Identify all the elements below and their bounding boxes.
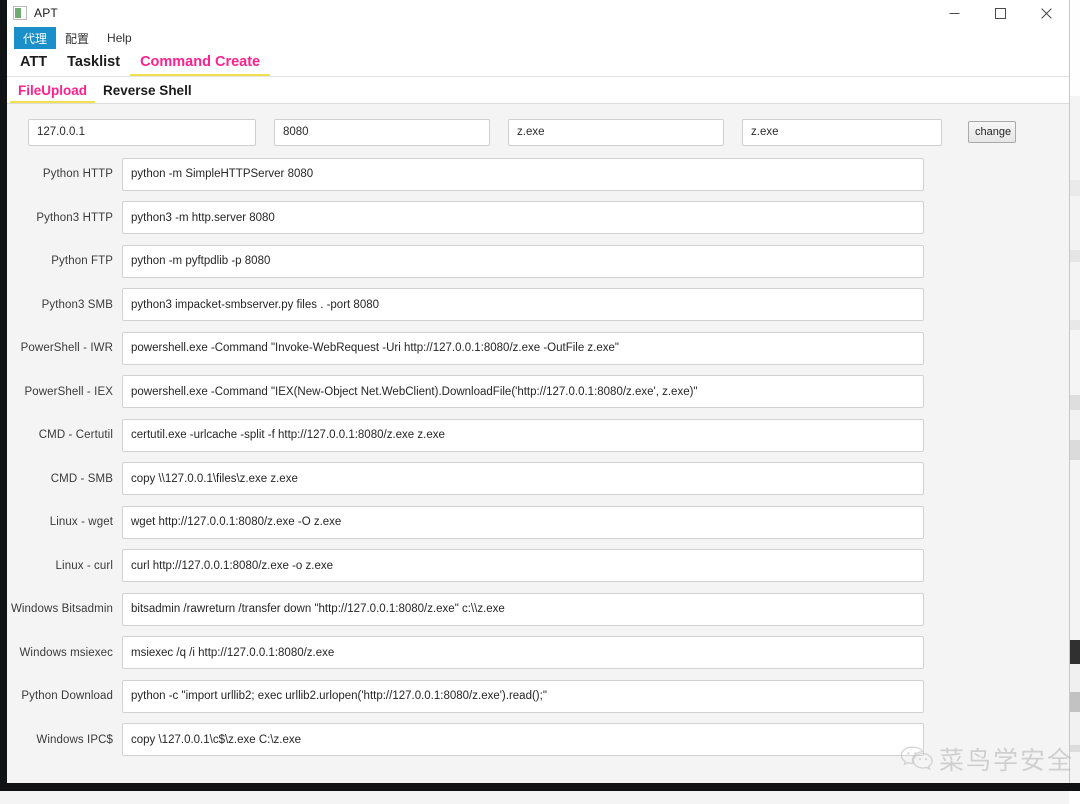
command-input[interactable] — [122, 593, 924, 626]
command-row: Windows Bitsadmin — [0, 591, 1069, 627]
command-row: Python Download — [0, 678, 1069, 714]
tab-reverse-shell[interactable]: Reverse Shell — [95, 83, 200, 103]
command-label: PowerShell - IWR — [0, 342, 113, 354]
command-label: Python FTP — [0, 255, 113, 267]
command-input[interactable] — [122, 636, 924, 669]
app-window: APT 代理 配置 Help — [0, 0, 1070, 783]
command-label: Python Download — [0, 690, 113, 702]
command-list: Python HTTP Python3 HTTP Python FTP Pyth… — [0, 156, 1069, 758]
menu-item-help[interactable]: Help — [98, 27, 141, 49]
window-frame-left — [0, 0, 7, 791]
command-row: Linux - curl — [0, 548, 1069, 584]
parameter-row: change — [0, 118, 1069, 146]
command-input[interactable] — [122, 723, 924, 756]
secondary-tab-bar: FileUpload Reverse Shell — [0, 77, 1069, 104]
primary-tab-bar: ATT Tasklist Command Create — [0, 49, 1069, 77]
minimize-icon — [949, 8, 960, 19]
command-label: CMD - Certutil — [0, 429, 113, 441]
minimize-button[interactable] — [931, 0, 977, 26]
command-row: Python FTP — [0, 243, 1069, 279]
menu-bar: 代理 配置 Help — [0, 27, 1069, 49]
tab-tasklist[interactable]: Tasklist — [57, 54, 130, 76]
host-input[interactable] — [28, 119, 256, 146]
command-label: Python HTTP — [0, 168, 113, 180]
change-button[interactable]: change — [968, 121, 1016, 143]
command-label: Linux - curl — [0, 560, 113, 572]
command-row: Windows IPC$ — [0, 722, 1069, 758]
tab-att[interactable]: ATT — [10, 54, 57, 76]
menu-item-config[interactable]: 配置 — [56, 27, 98, 49]
command-input[interactable] — [122, 158, 924, 191]
menu-item-agent[interactable]: 代理 — [14, 27, 56, 49]
command-input[interactable] — [122, 419, 924, 452]
app-icon — [13, 6, 27, 20]
command-input[interactable] — [122, 680, 924, 713]
window-frame-bottom — [0, 783, 1080, 791]
window-title: APT — [34, 6, 58, 20]
tab-command-create[interactable]: Command Create — [130, 54, 270, 76]
maximize-button[interactable] — [977, 0, 1023, 26]
command-label: Windows IPC$ — [0, 734, 113, 746]
command-input[interactable] — [122, 462, 924, 495]
command-input[interactable] — [122, 201, 924, 234]
output-filename-input[interactable] — [742, 119, 942, 146]
command-row: CMD - SMB — [0, 461, 1069, 497]
command-label: Windows Bitsadmin — [0, 603, 113, 615]
window-controls — [931, 0, 1069, 26]
command-input[interactable] — [122, 375, 924, 408]
filename-input[interactable] — [508, 119, 724, 146]
command-label: CMD - SMB — [0, 473, 113, 485]
maximize-icon — [995, 8, 1006, 19]
close-icon — [1041, 8, 1052, 19]
content-panel: change Python HTTP Python3 HTTP Python F… — [0, 104, 1069, 804]
command-label: Python3 HTTP — [0, 212, 113, 224]
command-input[interactable] — [122, 245, 924, 278]
command-input[interactable] — [122, 506, 924, 539]
command-label: Python3 SMB — [0, 299, 113, 311]
command-row: Python3 HTTP — [0, 200, 1069, 236]
command-row: PowerShell - IEX — [0, 374, 1069, 410]
command-row: Linux - wget — [0, 504, 1069, 540]
command-input[interactable] — [122, 288, 924, 321]
command-row: Python3 SMB — [0, 287, 1069, 323]
command-label: PowerShell - IEX — [0, 386, 113, 398]
command-row: PowerShell - IWR — [0, 330, 1069, 366]
port-input[interactable] — [274, 119, 490, 146]
command-input[interactable] — [122, 549, 924, 582]
command-row: CMD - Certutil — [0, 417, 1069, 453]
tab-fileupload[interactable]: FileUpload — [10, 83, 95, 103]
command-label: Linux - wget — [0, 516, 113, 528]
close-button[interactable] — [1023, 0, 1069, 26]
command-row: Python HTTP — [0, 156, 1069, 192]
command-label: Windows msiexec — [0, 647, 113, 659]
title-bar: APT — [0, 0, 1069, 27]
command-row: Windows msiexec — [0, 635, 1069, 671]
command-input[interactable] — [122, 332, 924, 365]
